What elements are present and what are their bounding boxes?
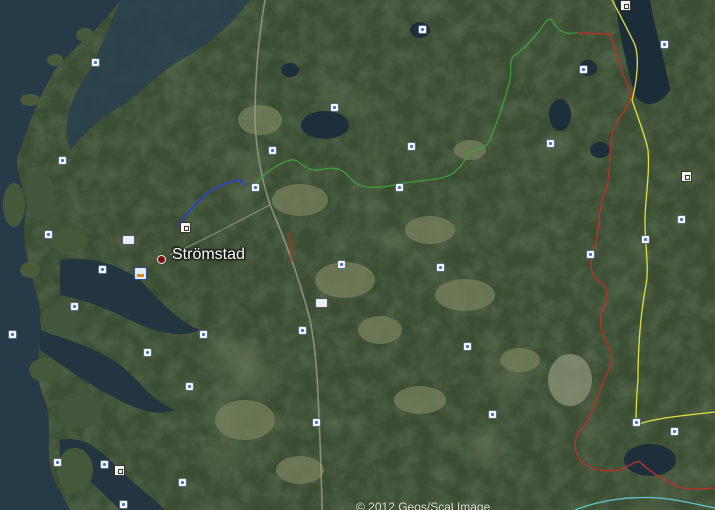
poi-pin-icon[interactable]: [337, 260, 346, 269]
poi-pin-icon[interactable]: [418, 25, 427, 34]
harbor-icon[interactable]: [134, 267, 147, 280]
map-imagery: [0, 0, 715, 510]
poi-pin-icon[interactable]: [579, 65, 588, 74]
poi-pin-icon[interactable]: [677, 215, 686, 224]
poi-pin-icon[interactable]: [53, 458, 62, 467]
poi-pin-icon[interactable]: [119, 500, 128, 509]
poi-pin-icon[interactable]: [546, 139, 555, 148]
poi-pin-icon[interactable]: [395, 183, 404, 192]
poi-pin-icon[interactable]: [199, 330, 208, 339]
square-info-icon[interactable]: [180, 222, 191, 233]
poi-pin-icon[interactable]: [98, 265, 107, 274]
poi-pin-icon[interactable]: [100, 460, 109, 469]
poi-pin-icon[interactable]: [178, 478, 187, 487]
poi-pin-icon[interactable]: [407, 142, 416, 151]
poi-pin-icon[interactable]: [436, 263, 445, 272]
poi-pin-icon[interactable]: [58, 156, 67, 165]
poi-pin-icon[interactable]: [143, 348, 152, 357]
poi-pin-icon[interactable]: [488, 410, 497, 419]
poi-pin-icon[interactable]: [44, 230, 53, 239]
poi-pin-icon[interactable]: [185, 382, 194, 391]
poi-pin-icon[interactable]: [70, 302, 79, 311]
poi-pin-icon[interactable]: [8, 330, 17, 339]
poi-pin-icon[interactable]: [91, 58, 100, 67]
poi-pin-icon[interactable]: [641, 235, 650, 244]
poi-pin-icon[interactable]: [268, 146, 277, 155]
camera-icon[interactable]: [315, 298, 328, 308]
place-label-stromstad[interactable]: Strömstad: [172, 246, 245, 264]
satellite-map[interactable]: Strömstad © 2012 Geos/Scal Image: [0, 0, 715, 510]
poi-pin-icon[interactable]: [463, 342, 472, 351]
poi-pin-icon[interactable]: [586, 250, 595, 259]
poi-pin-icon[interactable]: [312, 418, 321, 427]
poi-pin-icon[interactable]: [251, 183, 260, 192]
poi-pin-icon[interactable]: [298, 326, 307, 335]
poi-pin-icon[interactable]: [660, 40, 669, 49]
square-info-icon[interactable]: [114, 465, 125, 476]
square-info-icon[interactable]: [681, 171, 692, 182]
poi-pin-icon[interactable]: [670, 427, 679, 436]
bed-icon[interactable]: [122, 235, 135, 245]
square-info-icon[interactable]: [620, 0, 631, 11]
map-attribution: © 2012 Geos/Scal Image: [356, 500, 491, 510]
red-dot-icon[interactable]: [157, 255, 166, 264]
poi-pin-icon[interactable]: [330, 103, 339, 112]
poi-pin-icon[interactable]: [632, 418, 641, 427]
